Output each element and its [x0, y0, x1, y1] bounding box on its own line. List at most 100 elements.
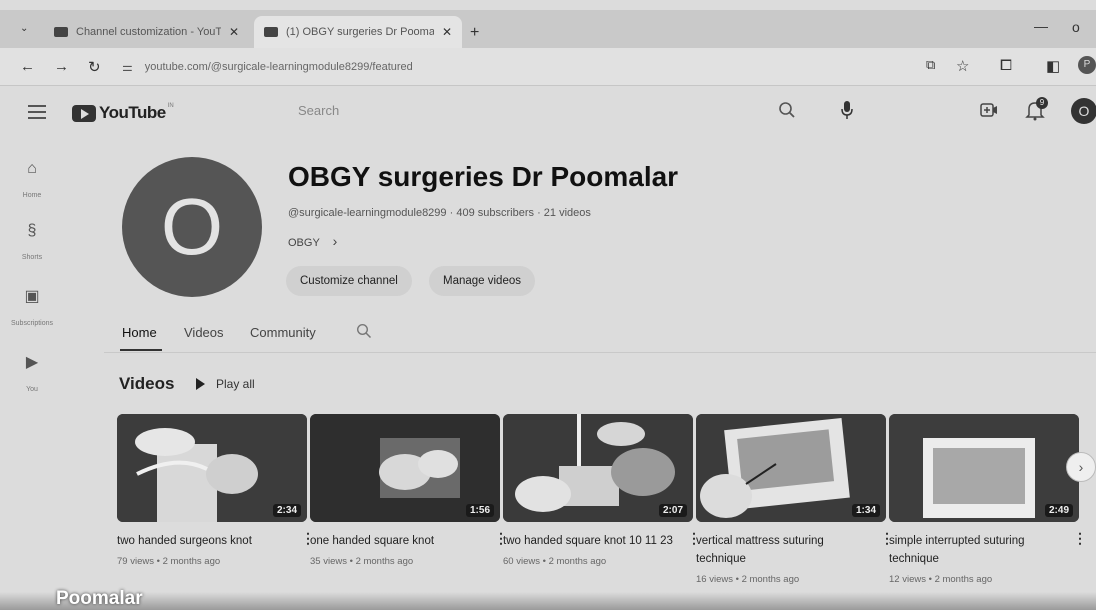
video-title[interactable]: simple interrupted suturing technique: [889, 532, 1079, 568]
video-meta: 60 views • 2 months ago: [503, 556, 607, 567]
youtube-logo[interactable]: YouTube IN: [72, 103, 174, 123]
play-all-label: Play all: [216, 377, 255, 391]
video-duration: 2:34: [272, 504, 301, 517]
more-chevron-icon: ›: [332, 233, 338, 249]
create-video-icon[interactable]: [980, 103, 998, 117]
bookmark-star-icon[interactable]: ☆: [956, 57, 969, 75]
description-text: OBGY: [288, 237, 320, 249]
carousel-next-arrow-icon[interactable]: ›: [1066, 452, 1096, 482]
youtube-masthead: YouTube IN Search: [0, 87, 1096, 139]
channel-description[interactable]: OBGY ›: [288, 233, 337, 249]
minimize-button[interactable]: —: [1034, 18, 1048, 34]
browser-tab-strip: ⌄ Channel customization - YouTu ✕ (1) OB…: [0, 10, 1096, 48]
video-card[interactable]: 1:34 vertical mattress suturing techniqu…: [696, 414, 894, 585]
youtube-play-logo-icon: [72, 104, 96, 122]
subscriptions-icon: ▣: [24, 288, 40, 305]
restore-button[interactable]: o: [1072, 19, 1080, 35]
url-text: youtube.com/@surgicale-learningmodule829…: [144, 61, 413, 73]
video-meta: 12 views • 2 months ago: [889, 574, 993, 585]
microphone-icon[interactable]: [840, 100, 854, 120]
menu-hamburger-icon[interactable]: [28, 105, 46, 123]
browser-toolbar: ← → ↻ ⚌ youtube.com/@surgicale-learningm…: [0, 48, 1096, 86]
video-thumbnail[interactable]: 2:34: [117, 414, 307, 522]
video-duration: 1:34: [851, 504, 880, 517]
video-title[interactable]: two handed square knot 10 11 23: [503, 532, 693, 550]
video-duration: 2:07: [658, 504, 687, 517]
section-title[interactable]: Videos: [119, 374, 174, 394]
guide-label: Home: [22, 192, 42, 199]
tab-search-chevron-icon[interactable]: ⌄: [20, 23, 28, 34]
guide-item-home[interactable]: ⌂ Home: [10, 160, 54, 202]
install-app-icon[interactable]: ⧉: [926, 57, 935, 73]
extensions-puzzle-icon[interactable]: ⧠: [1000, 57, 1012, 74]
close-tab-icon[interactable]: ✕: [442, 25, 452, 39]
subscriber-count: 409 subscribers: [456, 207, 534, 219]
channel-avatar[interactable]: O: [122, 157, 262, 297]
guide-item-shorts[interactable]: § Shorts: [10, 222, 54, 264]
guide-label: Subscriptions: [10, 320, 54, 327]
region-code: IN: [167, 103, 174, 109]
manage-videos-button[interactable]: Manage videos: [429, 266, 535, 296]
new-tab-button[interactable]: +: [470, 24, 479, 42]
search-icon[interactable]: [778, 101, 796, 119]
youtube-favicon-icon: [264, 27, 278, 37]
video-thumbnail[interactable]: 1:34: [696, 414, 886, 522]
tab-title: (1) OBGY surgeries Dr Poomala: [286, 26, 434, 38]
side-panel-icon[interactable]: ◧: [1046, 57, 1060, 75]
video-card[interactable]: 2:49 simple interrupted suturing techniq…: [889, 414, 1087, 585]
channel-search-icon[interactable]: [356, 323, 372, 339]
search-input[interactable]: Search: [298, 103, 339, 118]
shorts-icon: §: [27, 222, 37, 239]
browser-profile-avatar[interactable]: P: [1078, 56, 1096, 74]
video-duration: 1:56: [465, 504, 494, 517]
notification-badge: 9: [1036, 97, 1048, 109]
browser-tab-channel-customization[interactable]: Channel customization - YouTu ✕: [44, 16, 249, 48]
site-info-icon[interactable]: ⚌: [122, 60, 133, 74]
youtube-favicon-icon: [54, 27, 68, 37]
youtube-wordmark: YouTube: [99, 103, 166, 122]
video-title[interactable]: vertical mattress suturing technique: [696, 532, 886, 568]
video-thumbnail[interactable]: 1:56: [310, 414, 500, 522]
video-thumbnail[interactable]: 2:07: [503, 414, 693, 522]
guide-label: You: [26, 386, 38, 393]
video-card[interactable]: 1:56 one handed square knot 35 views • 2…: [310, 414, 508, 567]
close-tab-icon[interactable]: ✕: [229, 25, 239, 39]
video-meta: 79 views • 2 months ago: [117, 556, 221, 567]
screen: ⌄ Channel customization - YouTu ✕ (1) OB…: [0, 0, 1096, 610]
play-icon: [196, 378, 205, 390]
video-title[interactable]: one handed square knot: [310, 532, 500, 550]
video-meta: 16 views • 2 months ago: [696, 574, 800, 585]
video-meta: 35 views • 2 months ago: [310, 556, 414, 567]
you-library-icon: ▶: [25, 354, 39, 371]
video-count: 21 videos: [543, 207, 591, 219]
guide-item-subscriptions[interactable]: ▣ Subscriptions: [4, 286, 60, 330]
forward-arrow-icon[interactable]: →: [54, 58, 69, 75]
reload-icon[interactable]: ↻: [88, 58, 101, 76]
browser-tab-obgy-surgeries[interactable]: (1) OBGY surgeries Dr Poomala ✕: [254, 16, 462, 48]
video-card[interactable]: 2:07 two handed square knot 10 11 23 60 …: [503, 414, 701, 567]
play-all-button[interactable]: Play all: [196, 377, 255, 391]
selected-tab-underline: [120, 349, 162, 351]
guide-item-you[interactable]: ▶ You: [10, 352, 54, 396]
account-avatar[interactable]: O: [1071, 98, 1096, 124]
video-card[interactable]: 2:34 two handed surgeons knot 79 views •…: [117, 414, 315, 567]
tab-videos[interactable]: Videos: [184, 325, 224, 340]
tabs-divider: [104, 352, 1096, 353]
photo-bottom-shadow: [0, 592, 1096, 610]
guide-label: Shorts: [21, 254, 43, 261]
back-arrow-icon[interactable]: ←: [20, 58, 35, 75]
tab-community[interactable]: Community: [250, 325, 316, 340]
video-thumbnail[interactable]: 2:49: [889, 414, 1079, 522]
home-icon: ⌂: [27, 160, 37, 177]
tab-title: Channel customization - YouTu: [76, 26, 221, 38]
channel-handle: @surgicale-learningmodule8299: [288, 207, 447, 219]
watermark-text: Poomalar: [56, 588, 143, 609]
video-duration: 2:49: [1044, 504, 1073, 517]
more-options-icon[interactable]: ⋮: [1073, 530, 1087, 547]
video-title[interactable]: two handed surgeons knot: [117, 532, 307, 550]
tab-home[interactable]: Home: [122, 325, 157, 340]
channel-meta: @surgicale-learningmodule8299 · 409 subs…: [288, 207, 591, 219]
address-bar[interactable]: ⚌ youtube.com/@surgicale-learningmodule8…: [122, 54, 902, 80]
customize-channel-button[interactable]: Customize channel: [286, 266, 412, 296]
channel-name: OBGY surgeries Dr Poomalar: [288, 161, 679, 192]
